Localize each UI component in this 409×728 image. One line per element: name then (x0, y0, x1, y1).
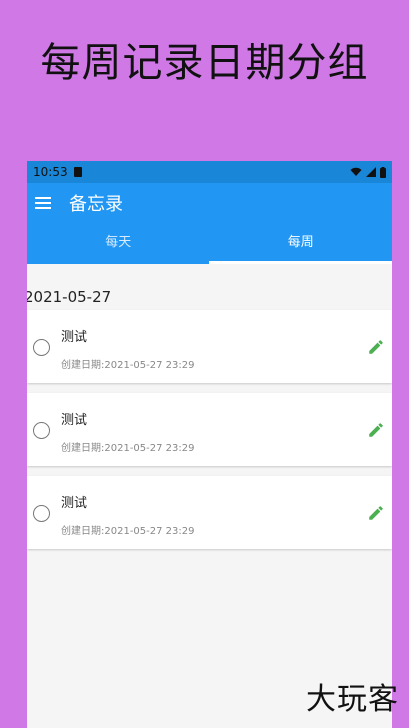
created-label: 创建日期: (61, 443, 105, 454)
created-value: 2021-05-27 23:29 (104, 526, 195, 537)
battery-icon (380, 166, 386, 178)
created-value: 2021-05-27 23:29 (104, 443, 195, 454)
edit-pencil-icon[interactable] (367, 421, 385, 439)
watermark: 大玩客 (306, 682, 399, 717)
status-bar: 10:53 (27, 161, 392, 183)
sd-card-icon (73, 167, 82, 177)
memo-created: 创建日期:2021-05-27 23:29 (61, 522, 195, 537)
created-value: 2021-05-27 23:29 (104, 360, 195, 371)
memo-card[interactable]: 测试 创建日期:2021-05-27 23:29 (27, 310, 392, 383)
edit-pencil-icon[interactable] (367, 338, 385, 356)
edit-pencil-icon[interactable] (367, 504, 385, 522)
group-date-header: 2021-05-27 (27, 288, 112, 306)
tab-bar: 每天 每周 (27, 223, 392, 264)
signal-icon (366, 167, 376, 177)
memo-title: 测试 (61, 330, 88, 345)
app-title: 备忘录 (69, 194, 123, 215)
memo-title: 测试 (61, 413, 88, 428)
banner-title: 每周记录日期分组 (40, 40, 369, 86)
status-icons (350, 166, 386, 178)
complete-radio[interactable] (33, 422, 50, 439)
memo-title: 测试 (61, 496, 88, 511)
complete-radio[interactable] (33, 339, 50, 356)
complete-radio[interactable] (33, 505, 50, 522)
app-bar: 备忘录 (27, 183, 392, 223)
memo-card[interactable]: 测试 创建日期:2021-05-27 23:29 (27, 393, 392, 466)
memo-created: 创建日期:2021-05-27 23:29 (61, 439, 195, 454)
tab-indicator (209, 261, 392, 264)
phone-screen: 10:53 备忘录 每天 每周 2021-05-27 测试 创建日期:2021-… (27, 161, 392, 728)
wifi-icon (350, 167, 362, 176)
memo-card[interactable]: 测试 创建日期:2021-05-27 23:29 (27, 476, 392, 549)
created-label: 创建日期: (61, 526, 105, 537)
created-label: 创建日期: (61, 360, 105, 371)
memo-created: 创建日期:2021-05-27 23:29 (61, 356, 195, 371)
status-time: 10:53 (33, 165, 68, 179)
tab-daily[interactable]: 每天 (27, 223, 210, 264)
tab-weekly[interactable]: 每周 (210, 223, 393, 264)
menu-icon[interactable] (35, 197, 51, 209)
